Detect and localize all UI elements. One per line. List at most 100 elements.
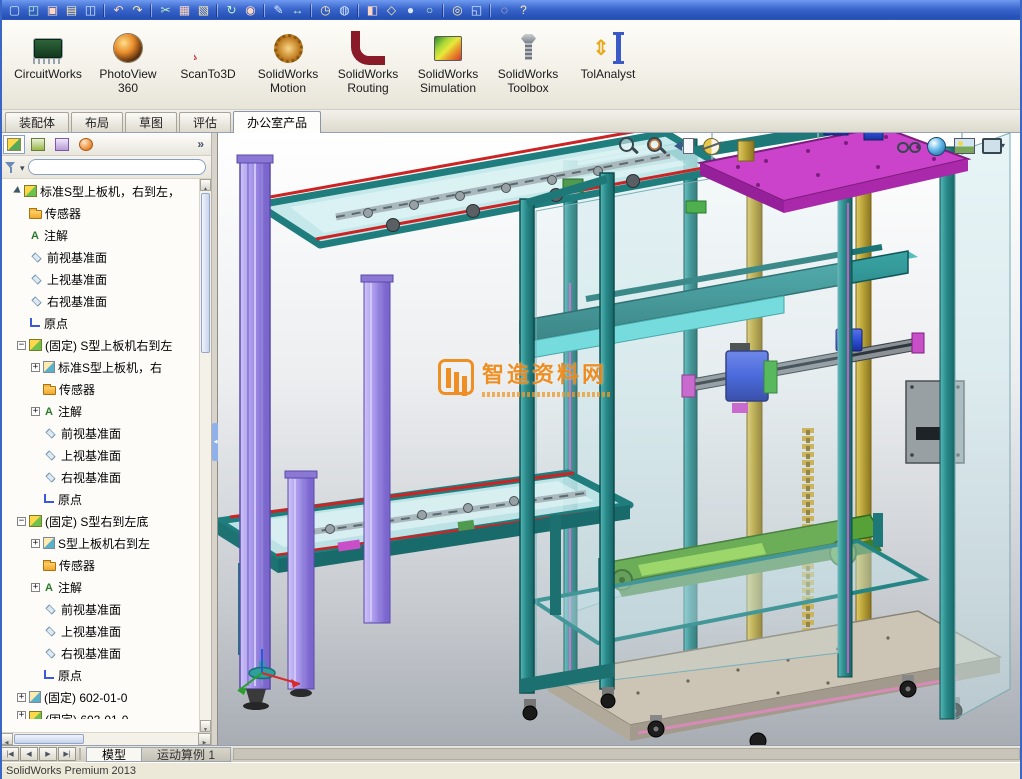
hide-show-items-icon[interactable] bbox=[896, 134, 921, 158]
panel-tab-featuremanager-tree[interactable] bbox=[3, 134, 25, 154]
tree-item[interactable]: + (固定) 602-01-0 bbox=[0, 708, 199, 719]
help-icon[interactable]: ? bbox=[514, 2, 533, 18]
command-tab[interactable]: 装配体 bbox=[5, 112, 70, 132]
smart-dimension-icon[interactable]: ↔ bbox=[288, 2, 307, 18]
edit-appearance-icon[interactable] bbox=[924, 134, 948, 158]
print-preview-icon[interactable]: ◫ bbox=[81, 2, 100, 18]
panel-tab-display-manager[interactable] bbox=[75, 135, 97, 154]
motion-tab-0[interactable]: 模型 bbox=[86, 747, 143, 762]
tree-expander[interactable]: + bbox=[17, 692, 26, 702]
tree-item[interactable]: 前视基准面 bbox=[0, 422, 199, 444]
section-view-icon[interactable]: ◧ bbox=[363, 2, 382, 18]
tree-item[interactable]: + 注解 bbox=[0, 576, 199, 598]
panel-splitter[interactable] bbox=[211, 133, 219, 745]
command-tab[interactable]: 布局 bbox=[71, 112, 124, 132]
tree-expander[interactable]: + bbox=[17, 711, 26, 719]
model-view[interactable] bbox=[218, 133, 1022, 745]
tree-horizontal-scrollbar[interactable] bbox=[0, 732, 211, 745]
print-icon[interactable]: ▤ bbox=[62, 2, 81, 18]
tree-vertical-scrollbar[interactable] bbox=[199, 179, 211, 732]
tolanalyst-button[interactable]: TolAnalyst bbox=[568, 25, 648, 105]
scroll-right-button[interactable] bbox=[198, 733, 211, 745]
tree-expander[interactable]: + bbox=[31, 362, 40, 372]
scanto3d-button[interactable]: ScanTo3D bbox=[168, 25, 248, 105]
filter-dropdown-icon[interactable] bbox=[20, 158, 25, 176]
mass-properties-icon[interactable]: ◍ bbox=[335, 2, 354, 18]
cut-icon[interactable]: ✂ bbox=[156, 2, 175, 18]
tree-expander[interactable]: + bbox=[31, 406, 40, 416]
tree-item[interactable]: 注解 bbox=[0, 224, 199, 246]
scroll-up-button[interactable] bbox=[200, 179, 211, 191]
zoom-area-icon[interactable]: ◱ bbox=[467, 2, 486, 18]
tree-expander[interactable]: − bbox=[17, 516, 26, 526]
filter-icon[interactable] bbox=[5, 161, 17, 173]
motion-tab-1[interactable]: 运动算例 1 bbox=[142, 747, 232, 762]
open-icon[interactable]: ◰ bbox=[24, 2, 43, 18]
redo-icon[interactable]: ↷ bbox=[128, 2, 147, 18]
tree-item[interactable]: + S型上板机右到左 bbox=[0, 532, 199, 554]
command-tab[interactable]: 草图 bbox=[125, 112, 178, 132]
horizontal-scrollbar-thumb[interactable] bbox=[14, 734, 84, 744]
command-tab[interactable]: 评估 bbox=[179, 112, 232, 132]
tree-item[interactable]: 原点 bbox=[0, 488, 199, 510]
vertical-scrollbar-thumb[interactable] bbox=[201, 193, 210, 353]
model-front-glass[interactable] bbox=[535, 154, 839, 690]
tree-item[interactable]: − (固定) S型上板机右到左 bbox=[0, 334, 199, 356]
tab-splitter-handle[interactable] bbox=[79, 748, 83, 760]
previous-view-icon[interactable] bbox=[672, 134, 696, 158]
scroll-down-button[interactable] bbox=[200, 720, 211, 732]
tree-item[interactable]: + (固定) 602-01-0 bbox=[0, 686, 199, 708]
undo-icon[interactable]: ↶ bbox=[109, 2, 128, 18]
new-icon[interactable]: ▢ bbox=[5, 2, 24, 18]
first-frame-button[interactable]: |◀ bbox=[1, 747, 19, 761]
panel-tab-configuration-manager[interactable] bbox=[51, 135, 73, 154]
section-view-icon[interactable] bbox=[700, 134, 724, 158]
tree-expander[interactable]: + bbox=[31, 538, 40, 548]
search-icon[interactable]: ◌ bbox=[495, 2, 514, 18]
tree-item[interactable]: 前视基准面 bbox=[0, 598, 199, 620]
sketch-icon[interactable]: ✎ bbox=[269, 2, 288, 18]
tree-item[interactable]: 上视基准面 bbox=[0, 444, 199, 466]
tree-item[interactable]: + 注解 bbox=[0, 400, 199, 422]
tree-item[interactable]: 标准S型上板机，右到左， bbox=[0, 180, 199, 202]
tree-item[interactable]: 传感器 bbox=[0, 554, 199, 576]
tree-item[interactable]: 传感器 bbox=[0, 202, 199, 224]
tree-item[interactable]: + 标准S型上板机，右 bbox=[0, 356, 199, 378]
motion-button[interactable]: SolidWorks Motion bbox=[248, 25, 328, 105]
tree-expander[interactable]: + bbox=[31, 582, 40, 592]
rebuild-icon[interactable]: ↻ bbox=[222, 2, 241, 18]
tree-item[interactable]: 原点 bbox=[0, 664, 199, 686]
tree-item[interactable]: 上视基准面 bbox=[0, 620, 199, 642]
tree-item[interactable]: 右视基准面 bbox=[0, 466, 199, 488]
simulation-button[interactable]: SolidWorks Simulation bbox=[408, 25, 488, 105]
tree-item[interactable]: 上视基准面 bbox=[0, 268, 199, 290]
tree-item[interactable]: 右视基准面 bbox=[0, 642, 199, 664]
view-orientation-icon[interactable]: ◇ bbox=[382, 2, 401, 18]
view-settings-icon[interactable] bbox=[980, 134, 1005, 158]
next-frame-button[interactable]: ▶ bbox=[39, 747, 57, 761]
last-frame-button[interactable]: ▶| bbox=[58, 747, 76, 761]
tree-item[interactable]: 右视基准面 bbox=[0, 290, 199, 312]
prev-frame-button[interactable]: ◀ bbox=[20, 747, 38, 761]
apply-scene-icon[interactable] bbox=[952, 134, 976, 158]
toolbox-button[interactable]: SolidWorks Toolbox bbox=[488, 25, 568, 105]
zoom-fit-icon[interactable] bbox=[616, 134, 640, 158]
zoom-fit-icon[interactable]: ◎ bbox=[448, 2, 467, 18]
panel-overflow-button[interactable]: » bbox=[193, 137, 208, 151]
photoview360-button[interactable]: PhotoView 360 bbox=[88, 25, 168, 105]
measure-icon[interactable]: ◷ bbox=[316, 2, 335, 18]
panel-tab-propertymanager[interactable] bbox=[27, 135, 49, 154]
tree-item[interactable]: 原点 bbox=[0, 312, 199, 334]
graphics-area[interactable]: 智造资料网 bbox=[218, 133, 1022, 745]
zoom-to-area-icon[interactable] bbox=[644, 134, 668, 158]
tree-item[interactable]: 前视基准面 bbox=[0, 246, 199, 268]
circuitworks-button[interactable]: CircuitWorks bbox=[8, 25, 88, 105]
tree-expander[interactable]: − bbox=[17, 340, 26, 350]
routing-button[interactable]: SolidWorks Routing bbox=[328, 25, 408, 105]
tree-item[interactable]: − (固定) S型右到左底 bbox=[0, 510, 199, 532]
paste-icon[interactable]: ▧ bbox=[194, 2, 213, 18]
copy-icon[interactable]: ▦ bbox=[175, 2, 194, 18]
command-tab[interactable]: 办公室产品 bbox=[233, 111, 322, 133]
filter-input[interactable] bbox=[27, 159, 206, 175]
save-icon[interactable]: ▣ bbox=[43, 2, 62, 18]
